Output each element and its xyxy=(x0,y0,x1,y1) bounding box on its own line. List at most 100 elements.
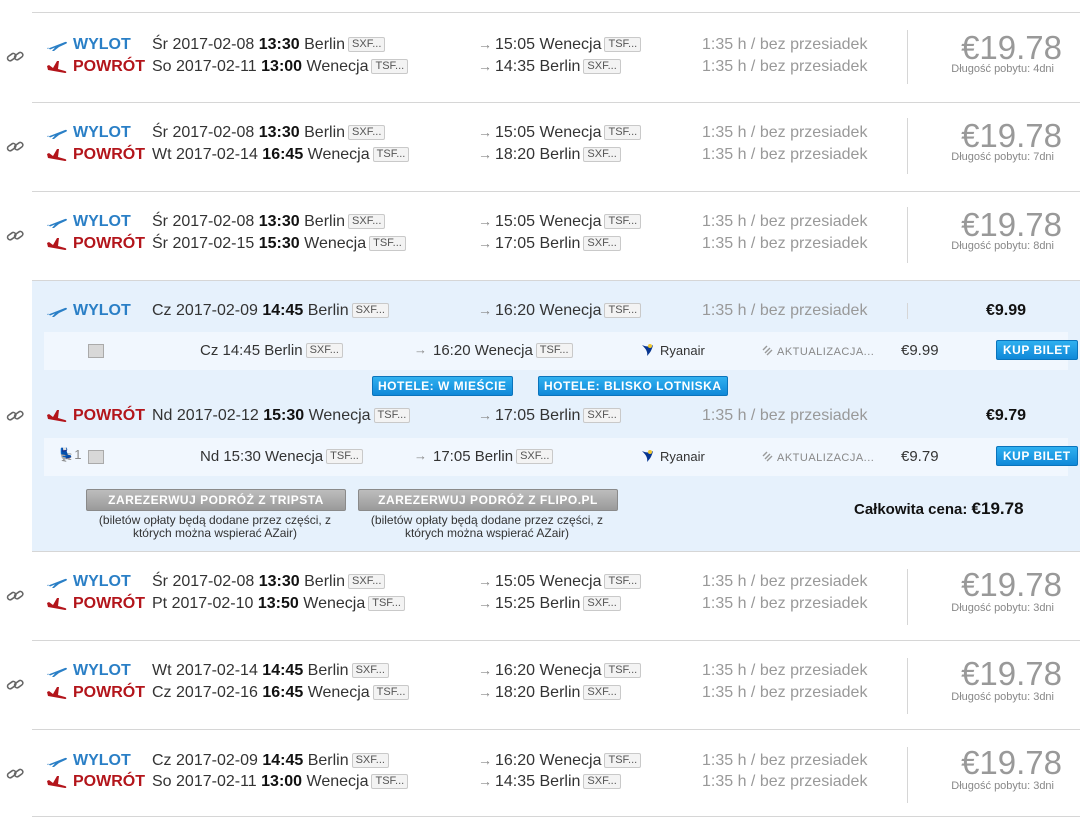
link-icon[interactable] xyxy=(6,50,24,64)
result-row[interactable]: WYLOT Wt 2017-02-14 14:45 Berlin SXF... →… xyxy=(32,640,1080,730)
arrival: 14:35 Berlin SXF... xyxy=(495,58,621,76)
arrival: 14:35 Berlin SXF... xyxy=(495,773,621,791)
leg-price: €9.99 xyxy=(985,302,1026,319)
total-price: €19.78 xyxy=(961,566,1062,603)
duration: 1:35 h / bez przesiadek xyxy=(702,124,868,141)
divider xyxy=(907,569,908,625)
refresh-icon xyxy=(761,450,773,462)
divider xyxy=(907,303,908,319)
plane-takeoff-icon xyxy=(46,664,68,678)
departure: Wt 2017-02-14 16:45 Wenecja TSF... xyxy=(152,146,410,164)
plane-takeoff-icon xyxy=(46,126,68,140)
book-tripsta-button[interactable]: ZAREZERWUJ PODRÓŻ Z TRIPSTA xyxy=(86,489,346,511)
link-icon[interactable] xyxy=(6,140,24,154)
outbound-label: WYLOT xyxy=(73,662,131,679)
plane-takeoff-icon xyxy=(46,754,68,768)
arrow-right-icon: → xyxy=(478,752,492,768)
arrival: 15:05 Wenecja TSF... xyxy=(495,213,642,231)
return-label: POWRÓT xyxy=(73,684,145,701)
duration: 1:35 h / bez przesiadek xyxy=(702,302,868,319)
departure: Śr 2017-02-08 13:30 Berlin SXF... xyxy=(152,36,386,54)
divider xyxy=(907,658,908,714)
link-icon[interactable] xyxy=(6,229,24,243)
duration: 1:35 h / bez przesiadek xyxy=(702,58,868,75)
departure: Śr 2017-02-15 15:30 Wenecja TSF... xyxy=(152,235,406,253)
duration: 1:35 h / bez przesiadek xyxy=(702,213,868,230)
arrival: 15:05 Wenecja TSF... xyxy=(495,124,642,142)
arrow-right-icon: → xyxy=(478,36,492,52)
duration: 1:35 h / bez przesiadek xyxy=(702,573,868,590)
return-label: POWRÓT xyxy=(73,146,145,163)
buy-ticket-button[interactable]: KUP BILET xyxy=(996,340,1078,360)
stay-length: Długość pobytu: 8dni xyxy=(951,240,1054,252)
arrival: 16:20 Wenecja TSF... xyxy=(495,752,642,770)
arrow-right-icon: → xyxy=(478,773,492,789)
outbound-label: WYLOT xyxy=(73,752,131,769)
plane-takeoff-icon xyxy=(46,215,68,229)
flight-segment: Cz 14:45 Berlin SXF... → 16:20 Wenecja TSF… xyxy=(44,332,1078,370)
stay-length: Długość pobytu: 4dni xyxy=(951,63,1054,75)
total-price: €19.78 xyxy=(961,655,1062,692)
departure: Śr 2017-02-08 13:30 Berlin SXF... xyxy=(152,124,386,142)
outbound-label: WYLOT xyxy=(73,124,131,141)
outbound-label: WYLOT xyxy=(73,573,131,590)
arrow-right-icon: → xyxy=(478,302,492,318)
result-row-expanded[interactable]: WYLOT Cz 2017-02-09 14:45 Berlin SXF... →… xyxy=(32,280,1080,552)
duration: 1:35 h / bez przesiadek xyxy=(702,235,868,252)
buy-ticket-button[interactable]: KUP BILET xyxy=(996,446,1078,466)
return-label: POWRÓT xyxy=(73,58,145,75)
departure: Cz 2017-02-09 14:45 Berlin SXF... xyxy=(152,302,389,320)
hotels-airport-button[interactable]: HOTELE: BLISKO LOTNISKA xyxy=(538,376,728,396)
total-price: Całkowita cena: €19.78 xyxy=(854,499,1024,518)
plane-landing-icon xyxy=(46,60,68,74)
departure: Śr 2017-02-08 13:30 Berlin SXF... xyxy=(152,573,386,591)
duration: 1:35 h / bez przesiadek xyxy=(702,36,868,53)
result-row[interactable]: WYLOT Cz 2017-02-09 14:45 Berlin SXF... →… xyxy=(32,729,1080,817)
duration: 1:35 h / bez przesiadek xyxy=(702,407,868,424)
link-icon[interactable] xyxy=(6,409,24,423)
arrival: 17:05 Berlin SXF... xyxy=(495,235,621,253)
ryanair-logo xyxy=(640,449,654,463)
link-icon[interactable] xyxy=(6,589,24,603)
arrival: 17:05 Berlin SXF... xyxy=(495,407,621,425)
result-row[interactable]: WYLOT Śr 2017-02-08 13:30 Berlin SXF... →… xyxy=(32,102,1080,192)
result-row[interactable]: WYLOT Śr 2017-02-08 13:30 Berlin SXF... →… xyxy=(32,551,1080,641)
leg-price: €9.79 xyxy=(985,407,1026,424)
arrow-right-icon: → xyxy=(478,124,492,140)
arrival: 16:20 Wenecja TSF... xyxy=(495,662,642,680)
airline: Ryanair xyxy=(640,343,705,358)
outbound-label: WYLOT xyxy=(73,302,131,319)
return-label: POWRÓT xyxy=(73,773,145,790)
segment-price: €9.99 xyxy=(901,342,939,359)
arrow-right-icon: → xyxy=(414,448,427,463)
plane-landing-icon xyxy=(46,237,68,251)
book-note: (biletów opłaty będą dodane przez części… xyxy=(98,513,332,540)
link-icon[interactable] xyxy=(6,678,24,692)
refresh-icon xyxy=(761,344,773,356)
seat-icon: 💺1 xyxy=(58,447,82,462)
divider xyxy=(907,30,908,84)
stay-length: Długość pobytu: 3dni xyxy=(951,691,1054,703)
link-icon[interactable] xyxy=(6,767,24,781)
image-icon xyxy=(88,344,104,358)
plane-takeoff-icon xyxy=(46,575,68,589)
plane-landing-icon xyxy=(46,686,68,700)
divider xyxy=(907,207,908,263)
total-price: €19.78 xyxy=(961,744,1062,781)
total-price: €19.78 xyxy=(961,29,1062,66)
outbound-line: WYLOT Cz 2017-02-09 14:45 Berlin SXF... →… xyxy=(32,301,1080,323)
arrow-right-icon: → xyxy=(478,235,492,251)
duration: 1:35 h / bez przesiadek xyxy=(702,146,868,163)
result-row[interactable]: WYLOT Śr 2017-02-08 13:30 Berlin SXF... →… xyxy=(32,12,1080,102)
book-flipo-button[interactable]: ZAREZERWUJ PODRÓŻ Z FLIPO.PL xyxy=(358,489,618,511)
stay-length: Długość pobytu: 3dni xyxy=(951,602,1054,614)
segment-arrival: 17:05 Berlin SXF... xyxy=(433,448,554,465)
arrival: 15:05 Wenecja TSF... xyxy=(495,36,642,54)
hotels-city-button[interactable]: HOTELE: W MIEŚCIE xyxy=(372,376,513,396)
arrival: 15:25 Berlin SXF... xyxy=(495,595,621,613)
arrow-right-icon: → xyxy=(478,684,492,700)
arrow-right-icon: → xyxy=(478,662,492,678)
ryanair-logo xyxy=(640,343,654,357)
update-status: AKTUALIZACJA... xyxy=(761,344,874,358)
result-row[interactable]: WYLOT Śr 2017-02-08 13:30 Berlin SXF... →… xyxy=(32,191,1080,280)
